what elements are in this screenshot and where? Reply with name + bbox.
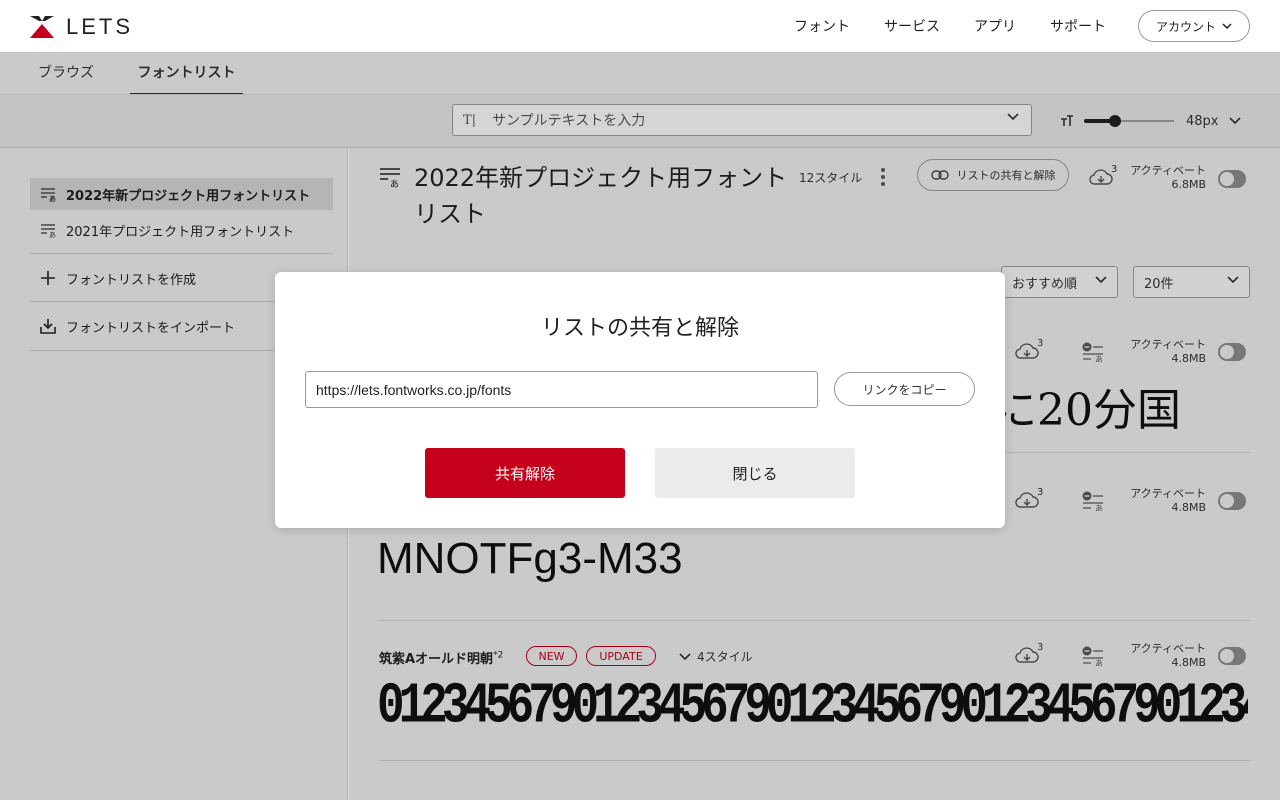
share-url-field[interactable] xyxy=(305,371,818,408)
nav-services[interactable]: サービス xyxy=(884,16,940,36)
account-label: アカウント xyxy=(1155,19,1216,34)
logo-text: LETS xyxy=(66,14,134,39)
unshare-button[interactable]: 共有解除 xyxy=(425,448,625,498)
nav-support[interactable]: サポート xyxy=(1050,16,1106,36)
lets-logo[interactable]: LETS xyxy=(30,14,133,40)
account-button[interactable]: アカウント xyxy=(1138,10,1250,42)
share-list-dialog: リストの共有と解除 リンクをコピー 共有解除 閉じる xyxy=(275,272,1005,528)
nav-fonts[interactable]: フォント xyxy=(794,16,850,36)
main-nav: フォント サービス アプリ サポート xyxy=(794,0,1106,52)
lets-logo-icon xyxy=(30,16,54,38)
dialog-title: リストの共有と解除 xyxy=(540,316,739,341)
copy-link-button[interactable]: リンクをコピー xyxy=(834,372,975,406)
close-button[interactable]: 閉じる xyxy=(655,448,855,498)
app-header: LETS フォント サービス アプリ サポート アカウント xyxy=(0,0,1280,52)
chevron-down-icon xyxy=(1222,23,1232,29)
nav-apps[interactable]: アプリ xyxy=(974,16,1016,36)
